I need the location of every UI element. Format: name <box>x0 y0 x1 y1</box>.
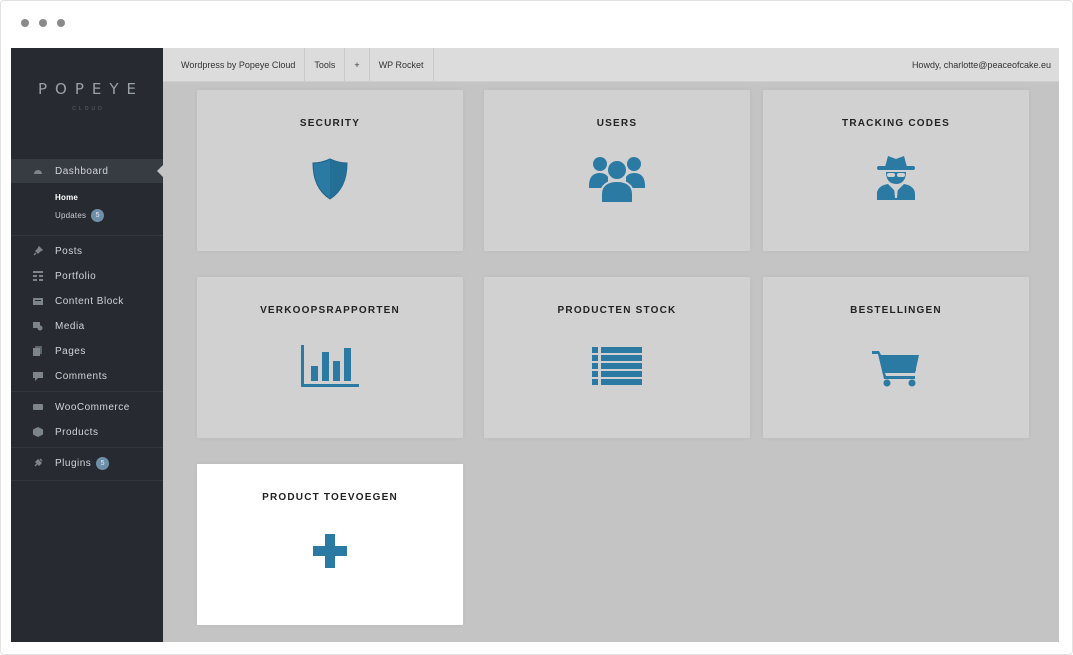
sidebar-item-media[interactable]: Media <box>33 318 85 334</box>
sidebar-item-label: Media <box>55 320 85 332</box>
account-menu[interactable]: Howdy, charlotte@peaceofcake.eu <box>912 48 1051 81</box>
cart-icon <box>872 349 920 392</box>
sidebar-item-label: Dashboard <box>55 165 109 177</box>
sidebar-divider <box>11 235 163 236</box>
new-content-button[interactable]: + <box>345 48 370 81</box>
bar-chart-icon <box>301 345 359 392</box>
plus-icon <box>313 534 347 573</box>
sidebar-item-content-block[interactable]: Content Block <box>33 293 124 309</box>
box-icon <box>33 427 43 437</box>
wp-rocket-menu[interactable]: WP Rocket <box>370 48 434 81</box>
tile-label: USERS <box>596 118 638 129</box>
submenu-item-updates[interactable]: Updates 5 <box>55 209 105 222</box>
sidebar-item-comments[interactable]: Comments <box>33 368 107 384</box>
plugins-count-badge: 5 <box>96 456 110 470</box>
pages-icon <box>33 346 43 356</box>
window-controls <box>21 19 65 27</box>
sidebar-item-portfolio[interactable]: Portfolio <box>33 268 96 284</box>
sidebar-divider <box>11 480 163 481</box>
logo[interactable]: POPEYE <box>11 80 163 98</box>
grid-icon <box>33 271 43 281</box>
site-name-link[interactable]: Wordpress by Popeye Cloud <box>163 48 306 81</box>
plug-icon <box>33 458 43 468</box>
sidebar-item-label: Portfolio <box>55 270 97 282</box>
app-viewport: POPEYE CLOUD Dashboard Home Updates 5 Po… <box>11 48 1059 642</box>
dashboard-icon <box>33 166 43 176</box>
submenu-label: Home <box>55 193 79 202</box>
users-icon <box>589 154 645 209</box>
sidebar-item-label: Pages <box>55 345 86 357</box>
sidebar-item-pages[interactable]: Pages <box>33 343 86 359</box>
woocommerce-icon <box>33 402 43 412</box>
sidebar-item-woocommerce[interactable]: WooCommerce <box>33 399 130 415</box>
submenu-label: Updates <box>55 211 87 220</box>
tile-verkoopsrapporten[interactable]: VERKOOPSRAPPORTEN <box>197 277 463 438</box>
tile-bestellingen[interactable]: BESTELLINGEN <box>763 277 1029 438</box>
updates-count-badge: 5 <box>91 209 105 222</box>
submenu-item-home[interactable]: Home <box>55 193 78 202</box>
sidebar-divider <box>11 447 163 448</box>
sidebar-item-label: Posts <box>55 245 83 257</box>
media-icon <box>33 321 43 331</box>
window-dot[interactable] <box>57 19 65 27</box>
spy-icon <box>875 154 917 205</box>
tile-tracking-codes[interactable]: TRACKING CODES <box>763 90 1029 251</box>
tile-producten-stock[interactable]: PRODUCTEN STOCK <box>484 277 750 438</box>
sidebar-item-dashboard[interactable]: Dashboard <box>33 163 108 179</box>
sidebar-item-label: WooCommerce <box>55 401 130 413</box>
tile-users[interactable]: USERS <box>484 90 750 251</box>
window-dot[interactable] <box>39 19 47 27</box>
tile-label: PRODUCT TOEVOEGEN <box>262 492 398 503</box>
admin-sidebar: POPEYE CLOUD Dashboard Home Updates 5 Po… <box>11 48 163 642</box>
tile-label: BESTELLINGEN <box>850 305 942 316</box>
block-icon <box>33 296 43 306</box>
sidebar-item-label: Plugins <box>55 457 92 469</box>
tile-label: PRODUCTEN STOCK <box>557 305 677 316</box>
shield-icon <box>312 158 348 205</box>
window-dot[interactable] <box>21 19 29 27</box>
tile-label: TRACKING CODES <box>842 118 950 129</box>
sidebar-item-posts[interactable]: Posts <box>33 243 83 259</box>
sidebar-item-plugins[interactable]: Plugins 5 <box>33 455 110 471</box>
sidebar-item-label: Content Block <box>55 295 124 307</box>
sidebar-item-label: Comments <box>55 370 108 382</box>
comment-icon <box>33 371 43 381</box>
sidebar-item-products[interactable]: Products <box>33 424 98 440</box>
tools-menu[interactable]: Tools <box>305 48 346 81</box>
sidebar-item-label: Products <box>55 426 99 438</box>
sidebar-divider <box>11 391 163 392</box>
pin-icon <box>33 246 43 256</box>
tile-security[interactable]: SECURITY <box>197 90 463 251</box>
logo-subtitle: CLOUD <box>72 106 105 112</box>
tile-label: VERKOOPSRAPPORTEN <box>260 305 400 316</box>
active-pointer <box>157 165 163 177</box>
list-icon <box>592 347 642 390</box>
tile-product-toevoegen[interactable]: PRODUCT TOEVOEGEN <box>197 464 463 625</box>
admin-topbar: Wordpress by Popeye Cloud Tools + WP Roc… <box>163 48 1059 82</box>
tile-label: SECURITY <box>299 118 361 129</box>
